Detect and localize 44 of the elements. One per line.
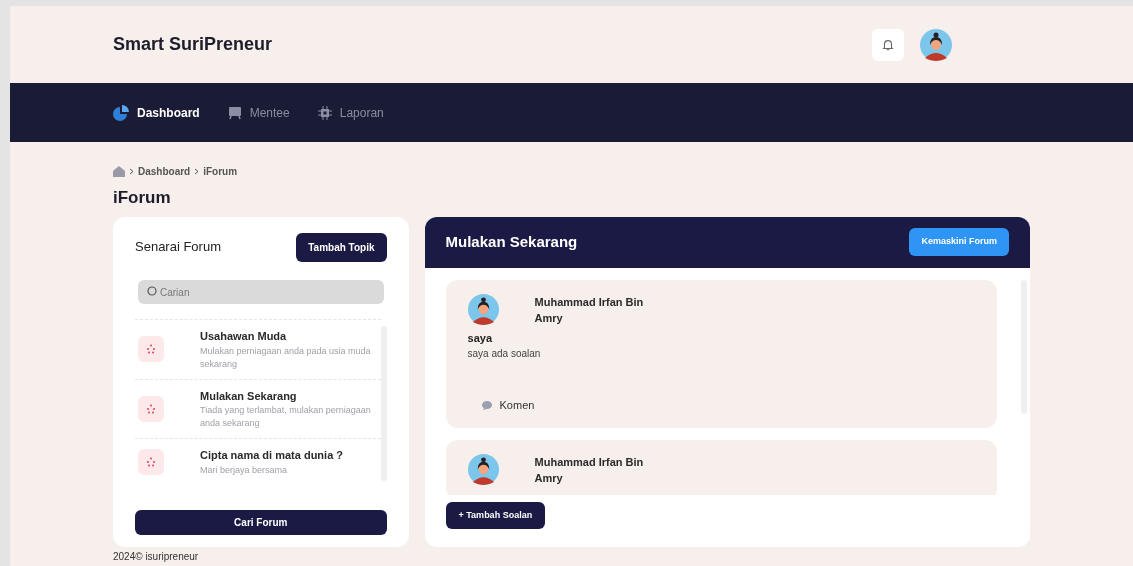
- avatar-icon: [467, 453, 499, 485]
- app-title: Smart SuriPreneur: [113, 33, 273, 56]
- author-name: Muhammad Irfan Bin Amry: [534, 294, 645, 326]
- forum-item[interactable]: Usahawan Muda Mulakan perniagaan anda pada usia muda sekarang: [135, 319, 381, 379]
- chip-icon: [317, 105, 332, 120]
- panel-title: Senarai Forum: [135, 238, 221, 257]
- post-subject: saya: [467, 330, 494, 346]
- nav-tab[interactable]: Laporan: [317, 103, 384, 122]
- footer-text: 2024© isuripreneur: [113, 549, 200, 564]
- topic-description: Mulakan perniagaan anda pada usia muda sekarang: [200, 344, 372, 371]
- add-topic-button[interactable]: Tambah Topik: [296, 232, 387, 262]
- topic-description: Tiada yang terlambat, mulakan perniagaan anda sekarang: [200, 404, 372, 430]
- post-body: saya ada soalan: [467, 347, 542, 361]
- search-forum-button[interactable]: Cari Forum: [135, 509, 387, 535]
- chat-bubble-icon: [481, 400, 492, 410]
- topic-description: Mari berjaya bersama: [200, 463, 289, 477]
- topic-icon: [138, 336, 164, 363]
- forum-title: Mulakan Sekarang: [445, 231, 578, 252]
- home-icon: [113, 166, 125, 177]
- board-icon: [227, 105, 242, 120]
- nav-tab[interactable]: Mentee: [227, 103, 290, 122]
- forum-item[interactable]: Cipta nama di mata dunia ? Mari berjaya bersama: [135, 438, 381, 485]
- comment-button[interactable]: Komen: [481, 397, 535, 414]
- pie-chart-icon: [113, 104, 129, 121]
- forum-item[interactable]: Mulakan Sekarang Tiada yang terlambat, mulakan perniagaan anda sekarang: [135, 378, 381, 438]
- search-icon: [147, 285, 157, 296]
- add-question-button[interactable]: + Tambah Soalan: [445, 501, 546, 529]
- breadcrumb-link[interactable]: Dashboard: [138, 164, 191, 179]
- chevron-icon: [194, 168, 200, 175]
- breadcrumb-link[interactable]: iForum: [203, 164, 238, 179]
- topic-icon: [138, 395, 164, 422]
- topic-icon: [138, 448, 164, 475]
- page-title: iForum: [113, 187, 172, 209]
- chevron-icon: [129, 168, 134, 175]
- avatar-icon: [467, 293, 499, 325]
- author-name: Muhammad Irfan Bin Amry: [534, 454, 645, 486]
- topic-title: Mulakan Sekarang: [200, 388, 298, 404]
- bell-icon: [881, 37, 895, 52]
- avatar-icon: [920, 28, 952, 61]
- notification-button[interactable]: [872, 28, 904, 61]
- nav-tab[interactable]: Dashboard: [113, 103, 200, 122]
- topic-title: Usahawan Muda: [200, 329, 288, 344]
- search-field[interactable]: Carian: [138, 280, 384, 304]
- topic-title: Cipta nama di mata dunia ?: [200, 448, 345, 463]
